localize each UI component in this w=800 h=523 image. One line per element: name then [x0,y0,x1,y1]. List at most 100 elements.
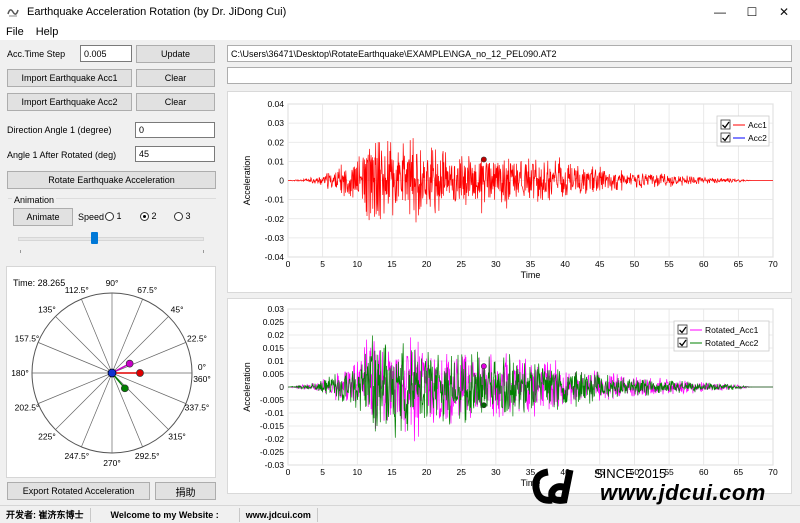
menu-file[interactable]: File [0,26,30,38]
status-developer: 开发者: 崔济东博士 [0,507,91,522]
speed-radio-3[interactable]: 3 [174,211,191,222]
polar-angle-label: 135° [38,304,56,314]
x-tick-label: 40 [560,259,570,269]
y-tick-label: 0.03 [267,118,284,128]
speed-radio-1[interactable]: 1 [105,211,122,222]
watermark-url: www.jdcui.com [600,480,766,505]
speed-radio-2[interactable]: 2 [140,211,157,222]
polar-angle-label: 180° [11,368,29,378]
current-time-marker [480,363,487,370]
x-tick-label: 70 [768,259,778,269]
y-tick-label: 0.005 [263,369,285,379]
polar-angle-label: 337.5° [185,402,210,412]
radio-3-circle [174,212,183,222]
polar-angle-label: 22.5° [187,334,207,344]
x-tick-label: 35 [526,259,536,269]
y-tick-label: 0.02 [267,137,284,147]
polar-angle-label: 315° [168,432,186,442]
chart-rotated: 0 5 10 15 20 25 30 35 40 45 50 55 60 65 700.030.0250.0… [242,304,778,488]
y-axis-label: Acceleration [242,362,252,412]
polar-angle-label: 112.5° [65,285,89,295]
legend-label: Rotated_Acc1 [705,325,759,335]
animation-group-label: Animation [12,195,57,205]
x-tick-label: 60 [699,259,709,269]
polar-angle-label: 157.5° [15,334,40,344]
maximize-button[interactable]: ☐ [736,0,768,23]
import-acc2-button[interactable]: Import Earthquake Acc2 [7,93,132,111]
close-button[interactable]: ✕ [768,0,800,23]
y-tick-label: -0.04 [265,252,285,262]
menu-bar: File Help [0,23,800,40]
clear-acc1-button[interactable]: Clear [136,69,215,87]
y-tick-label: 0.03 [267,304,284,314]
x-tick-label: 20 [422,259,432,269]
y-tick-label: 0.025 [263,317,285,327]
after-rotated-input[interactable]: 45 [135,146,215,162]
x-tick-label: 50 [630,259,640,269]
export-rotated-button[interactable]: Export Rotated Acceleration [7,482,150,500]
x-tick-label: 45 [595,259,605,269]
title-bar: Earthquake Acceleration Rotation (by Dr.… [0,0,800,23]
second-path-field[interactable] [227,67,792,84]
y-tick-label: -0.01 [265,195,285,205]
polar-spoke [55,316,113,374]
polar-spoke [111,316,169,374]
y-tick-label: -0.02 [265,434,285,444]
radio-2-circle [140,212,149,222]
polar-angle-label: 45° [171,304,184,314]
y-tick-label: 0.01 [267,356,284,366]
slider-tick-right [203,250,204,253]
x-tick-label: 25 [456,467,466,477]
y-tick-label: 0 [279,382,284,392]
polar-angle-label: 67.5° [137,285,157,295]
menu-help[interactable]: Help [30,26,65,38]
polar-plot: 0° 22.5° 45° 67.5° 90° 112.5° 135° 157.5° 180° 20… [11,278,211,468]
x-tick-label: 5 [320,467,325,477]
direction-angle-input[interactable]: 0 [135,122,215,138]
y-tick-label: 0.01 [267,156,284,166]
animate-button[interactable]: Animate [13,208,73,226]
minimize-button[interactable]: — [704,0,736,23]
rotate-acceleration-button[interactable]: Rotate Earthquake Acceleration [7,171,216,189]
after-rotated-label: Angle 1 After Rotated (deg) [7,150,117,160]
y-tick-label: 0.015 [263,343,285,353]
app-icon [5,4,21,20]
polar-panel: Time: 28.265 0° 22.5° 45° 67.5° 90° 112.5° 135… [6,266,216,478]
polar-spoke [55,372,113,430]
polar-angle-label: 247.5° [64,451,89,461]
watermark: SINCE 2015 www.jdcui.com [530,466,798,506]
chart-panel-original: 0 5 10 15 20 25 30 35 40 45 50 55 60 65 70 0.04 0.03 0.02… [227,91,792,293]
clear-acc2-button[interactable]: Clear [136,93,215,111]
update-button[interactable]: Update [136,45,215,63]
x-tick-label: 20 [422,467,432,477]
direction-angle-label: Direction Angle 1 (degree) [7,125,112,135]
x-tick-label: 0 [286,259,291,269]
x-axis-label: Time [521,270,541,280]
y-tick-label: 0 [279,176,284,186]
status-welcome: Welcome to my Website : [91,507,240,522]
speed-option-2: 2 [151,211,157,221]
import-acc1-button[interactable]: Import Earthquake Acc1 [7,69,132,87]
x-tick-label: 25 [456,259,466,269]
x-tick-label: 30 [491,467,501,477]
chart-original: 0 5 10 15 20 25 30 35 40 45 50 55 60 65 70 0.04 0.03 0.02… [242,99,778,280]
status-website[interactable]: www.jdcui.com [240,507,318,522]
current-time-marker [480,402,487,409]
acc-time-step-input[interactable]: 0.005 [80,45,132,62]
acc-time-step-label: Acc.Time Step [7,49,66,59]
animation-slider-track[interactable] [18,237,204,241]
polar-angle-label: 90° [106,278,119,288]
speed-option-3: 3 [185,211,191,221]
x-tick-label: 55 [664,259,674,269]
legend-label: Acc2 [748,133,767,143]
polar-vector-tip [121,384,129,393]
speed-option-1: 1 [116,211,122,221]
donate-button[interactable]: 捐助 [155,482,216,500]
chart-panel-rotated: 0 5 10 15 20 25 30 35 40 45 50 55 60 65 70 0.03 0.025 0.0… [227,298,792,494]
y-tick-label: -0.015 [260,421,284,431]
x-tick-label: 5 [320,259,325,269]
animation-slider-thumb[interactable] [91,232,98,244]
file-path-field[interactable]: C:\Users\36471\Desktop\RotateEarthquake\… [227,45,792,62]
y-tick-label: -0.005 [260,395,284,405]
x-tick-label: 15 [387,467,397,477]
